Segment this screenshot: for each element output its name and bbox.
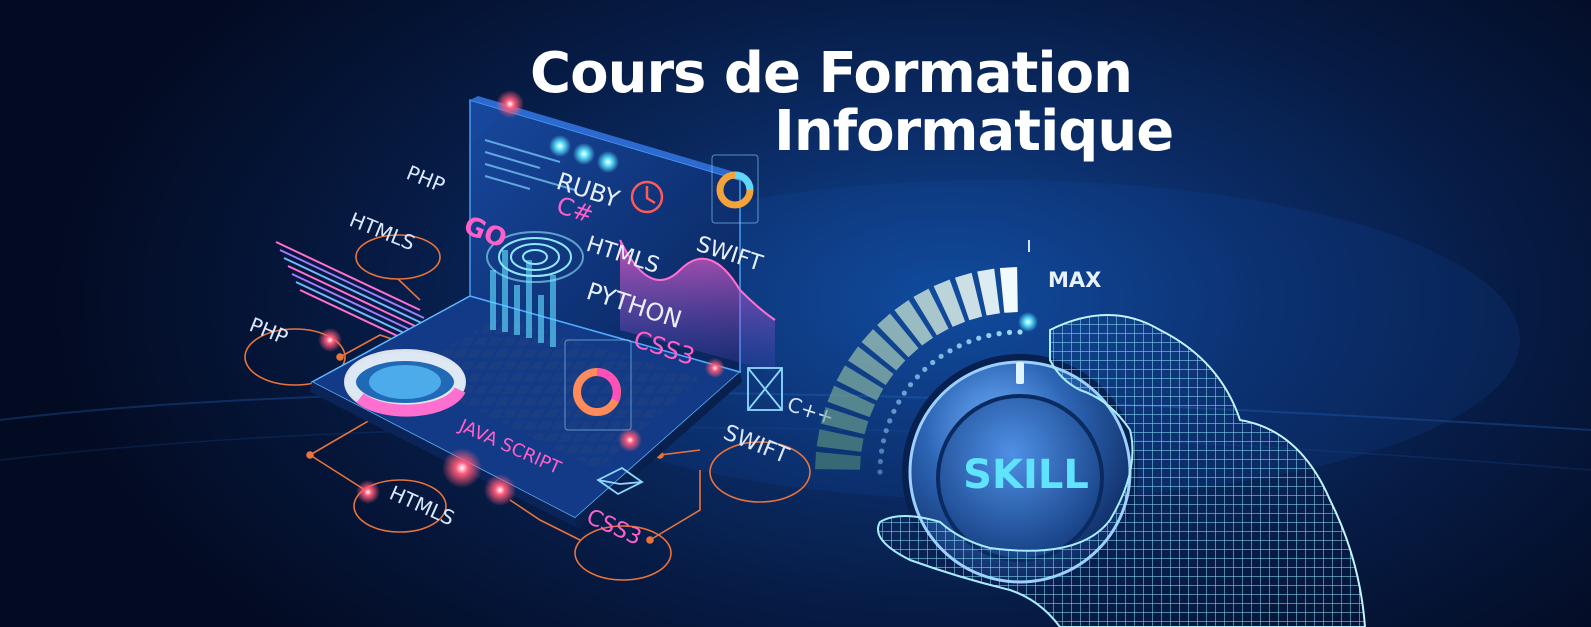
dial-dot: [896, 399, 902, 405]
dial-dot: [996, 331, 1002, 337]
max-label: MAX: [1048, 268, 1101, 292]
label-css3-bottom: CSS3: [583, 505, 646, 551]
dial-dot: [947, 348, 953, 354]
dial-dot: [901, 390, 907, 396]
background-glow: [0, 180, 1591, 500]
dial-dot: [880, 438, 887, 444]
dial-dot: [891, 408, 897, 414]
skill-label: SKILL: [963, 452, 1089, 498]
dial-dot: [966, 339, 972, 345]
label-php-left: PHP: [246, 312, 291, 349]
label-htmls-top: HTMLS: [346, 207, 418, 255]
dial-dot: [907, 382, 914, 388]
dial-dot: [986, 332, 992, 339]
dial-dot: [956, 343, 962, 349]
dial-dot: [877, 458, 884, 465]
banner: PHP HTMLS GO RUBY C# HTMLS SWIFT PYTHON …: [0, 0, 1591, 627]
label-php-top: PHP: [403, 160, 448, 197]
page-title-line-2: Informatique: [774, 99, 1174, 164]
dial-dot: [883, 428, 889, 434]
dial-dot: [922, 366, 928, 372]
dial-dot: [877, 469, 883, 475]
page-title-line-1: Cours de Formation: [530, 41, 1133, 106]
dial-dot: [914, 374, 921, 380]
dial-dot: [887, 418, 893, 424]
dial-dot: [938, 353, 944, 359]
dial-dot: [1006, 329, 1013, 335]
dial-dot: [879, 448, 885, 454]
dial-dot: [1017, 329, 1023, 335]
dial-dot: [930, 359, 936, 366]
dial-dot: [976, 335, 982, 341]
label-htmls-bottom: HTMLS: [386, 481, 458, 531]
